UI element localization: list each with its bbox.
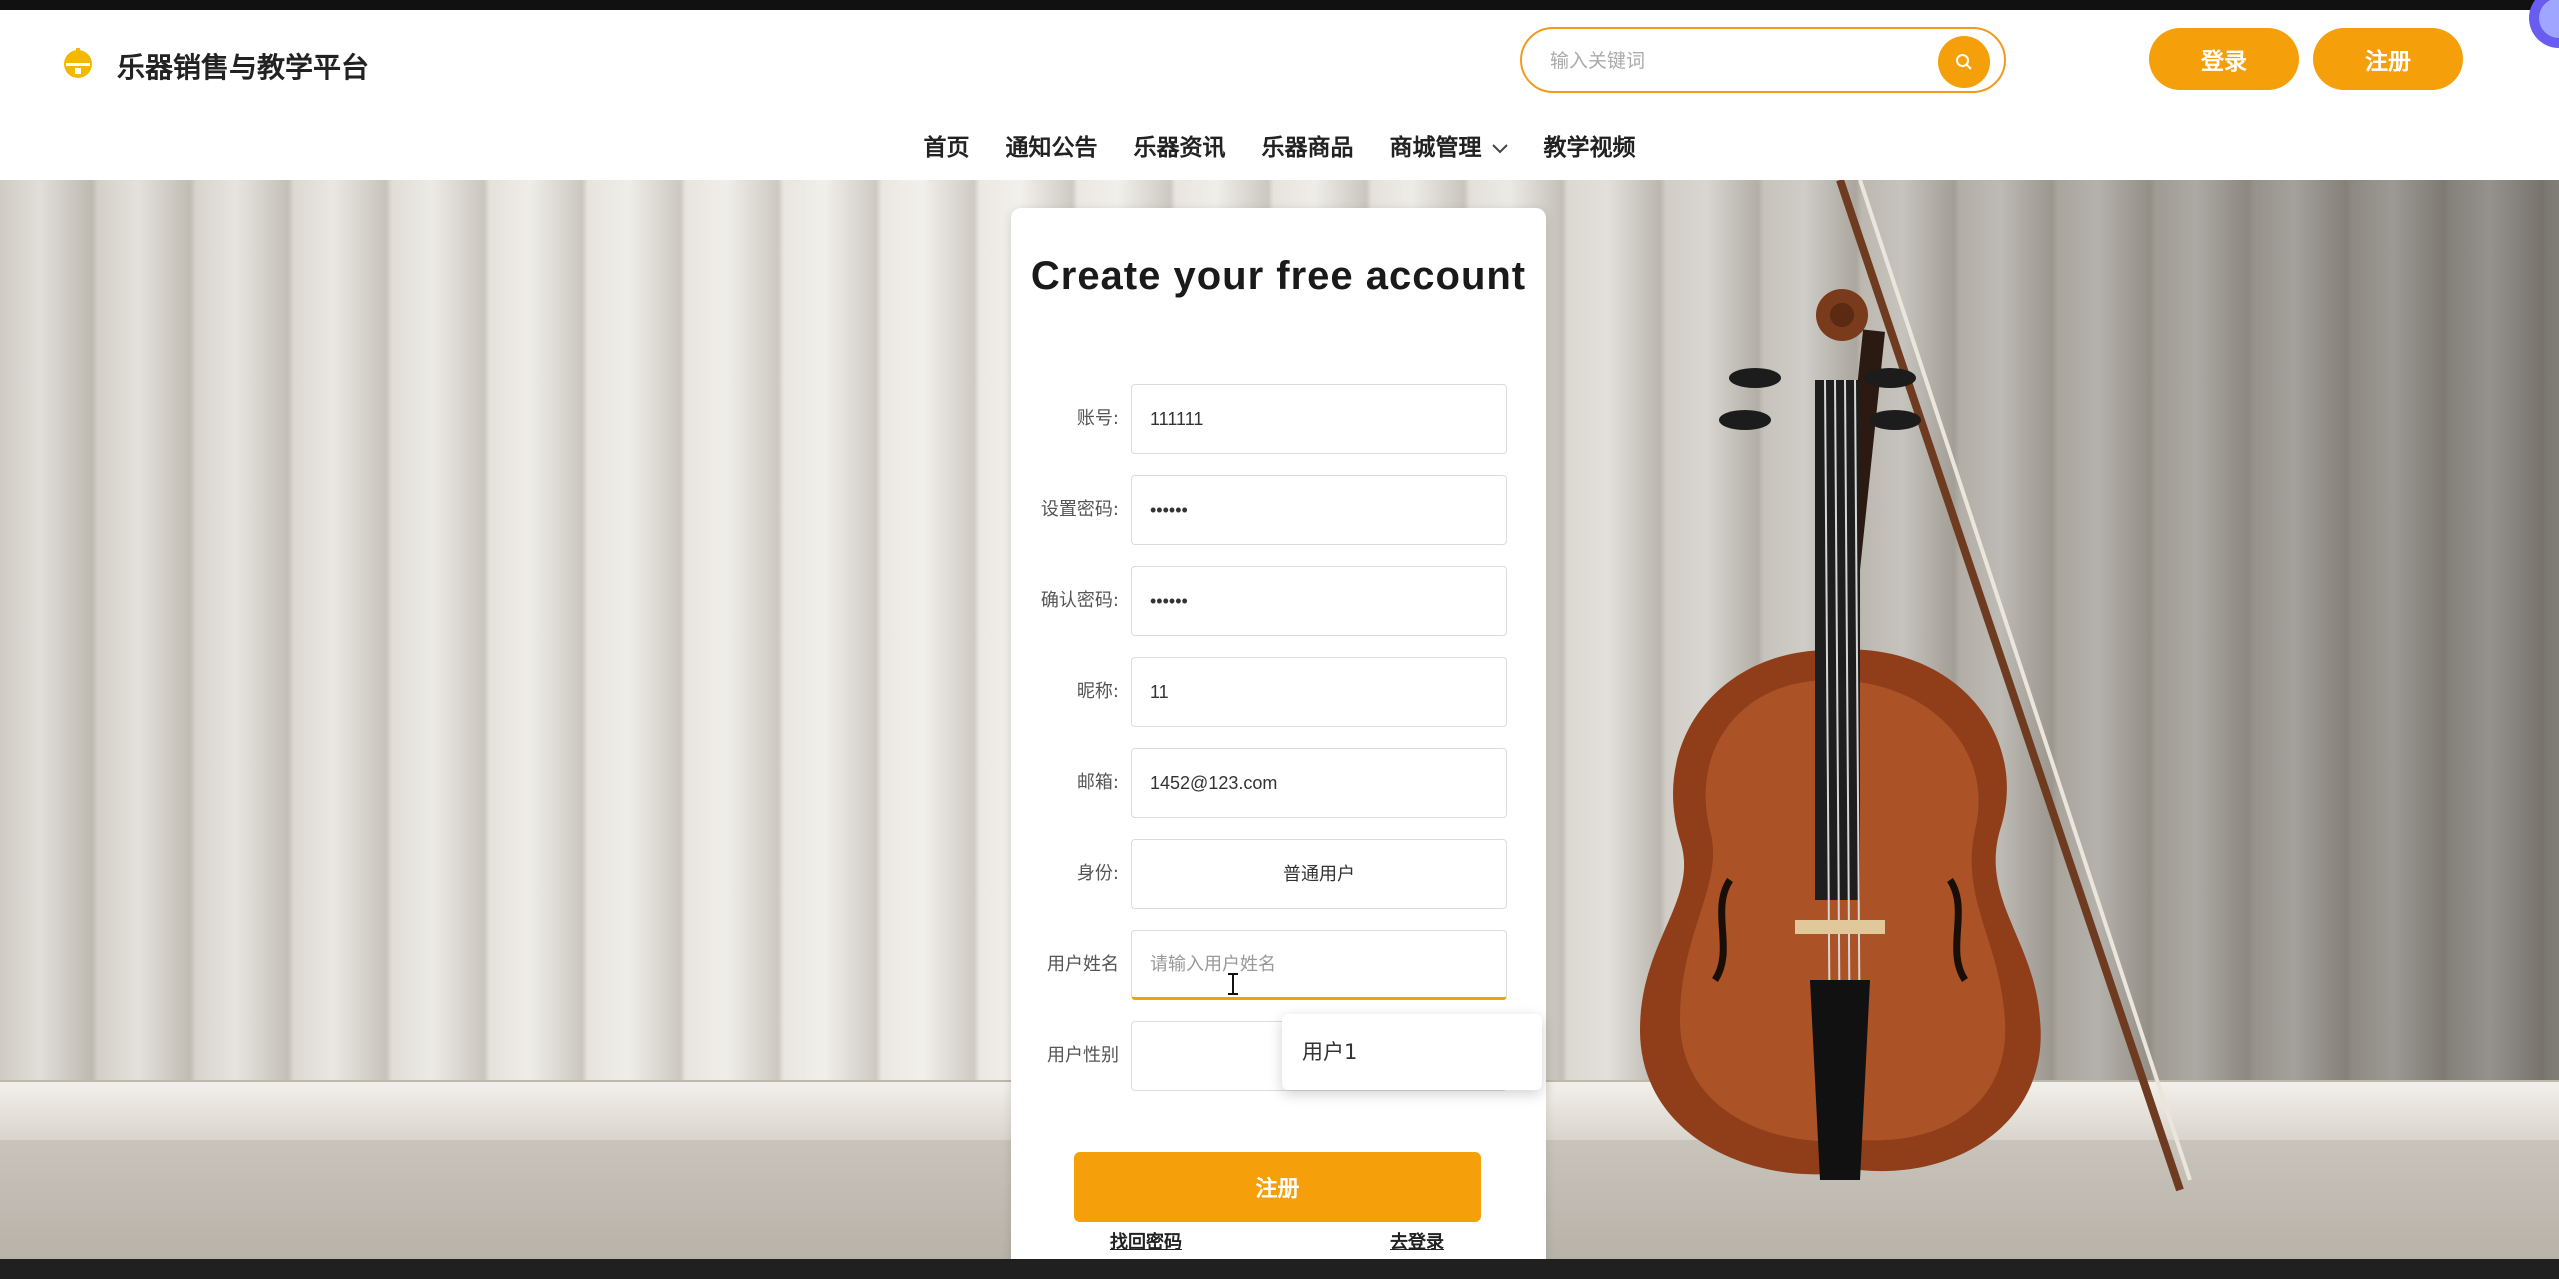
register-card: Create your free account 账号: 设置密码: 确认密码:…	[1011, 208, 1546, 1279]
nav-teaching-videos[interactable]: 教学视频	[1544, 128, 1636, 162]
forgot-password-link[interactable]: 找回密码	[1110, 1228, 1182, 1254]
site-brand[interactable]: 乐器销售与教学平台	[117, 46, 369, 86]
nickname-input[interactable]	[1131, 657, 1507, 727]
nav-instrument-news[interactable]: 乐器资讯	[1134, 128, 1226, 162]
search-icon	[1956, 54, 1972, 70]
role-label: 身份:	[1076, 863, 1119, 884]
video-progress-bar	[0, 1259, 2559, 1279]
nav-mall-management[interactable]: 商城管理	[1390, 128, 1508, 162]
nav-instrument-products[interactable]: 乐器商品	[1262, 128, 1354, 162]
user-gender-label: 用户性别	[1047, 1045, 1119, 1066]
bell-icon	[64, 48, 92, 78]
account-row: 账号:	[1011, 384, 1546, 454]
autocomplete-option[interactable]: 用户1	[1302, 1036, 1357, 1066]
violin-image	[1640, 180, 2192, 1192]
text-cursor-icon	[1228, 973, 1238, 995]
floating-widget-icon[interactable]	[2517, 0, 2559, 60]
nav-home[interactable]: 首页	[924, 128, 970, 162]
nav-mall-management-label: 商城管理	[1389, 135, 1482, 161]
browser-top-strip	[0, 0, 2559, 10]
account-label: 账号:	[1076, 408, 1119, 429]
search-button[interactable]	[1938, 36, 1990, 88]
login-button[interactable]: 登录	[2149, 28, 2299, 90]
chevron-down-icon	[1491, 143, 1508, 153]
search-input[interactable]	[1550, 43, 1930, 79]
nickname-row: 昵称:	[1011, 657, 1546, 727]
password-input[interactable]	[1131, 475, 1507, 545]
account-input[interactable]	[1131, 384, 1507, 454]
submit-register-button[interactable]: 注册	[1074, 1152, 1481, 1222]
main-nav: 首页 通知公告 乐器资讯 乐器商品 商城管理 教学视频	[0, 128, 2559, 162]
form-title: Create your free account	[1030, 254, 1527, 298]
autocomplete-dropdown: 用户1	[1282, 1014, 1542, 1090]
email-row: 邮箱:	[1011, 748, 1546, 818]
nav-announcements[interactable]: 通知公告	[1006, 128, 1098, 162]
user-name-row: 用户姓名	[1011, 930, 1546, 1000]
nickname-label: 昵称:	[1076, 681, 1119, 702]
email-input[interactable]	[1131, 748, 1507, 818]
confirm-password-input[interactable]	[1131, 566, 1507, 636]
user-name-label: 用户姓名	[1047, 954, 1119, 975]
register-button[interactable]: 注册	[2313, 28, 2463, 90]
email-label: 邮箱:	[1076, 772, 1119, 793]
confirm-password-label: 确认密码:	[1040, 590, 1119, 611]
password-row: 设置密码:	[1011, 475, 1546, 545]
user-name-input[interactable]	[1131, 930, 1507, 1000]
password-label: 设置密码:	[1040, 499, 1119, 520]
search-box	[1520, 27, 2006, 93]
role-select[interactable]: 普通用户	[1131, 839, 1507, 909]
go-login-link[interactable]: 去登录	[1390, 1228, 1444, 1254]
confirm-password-row: 确认密码:	[1011, 566, 1546, 636]
role-row: 身份: 普通用户	[1011, 839, 1546, 909]
